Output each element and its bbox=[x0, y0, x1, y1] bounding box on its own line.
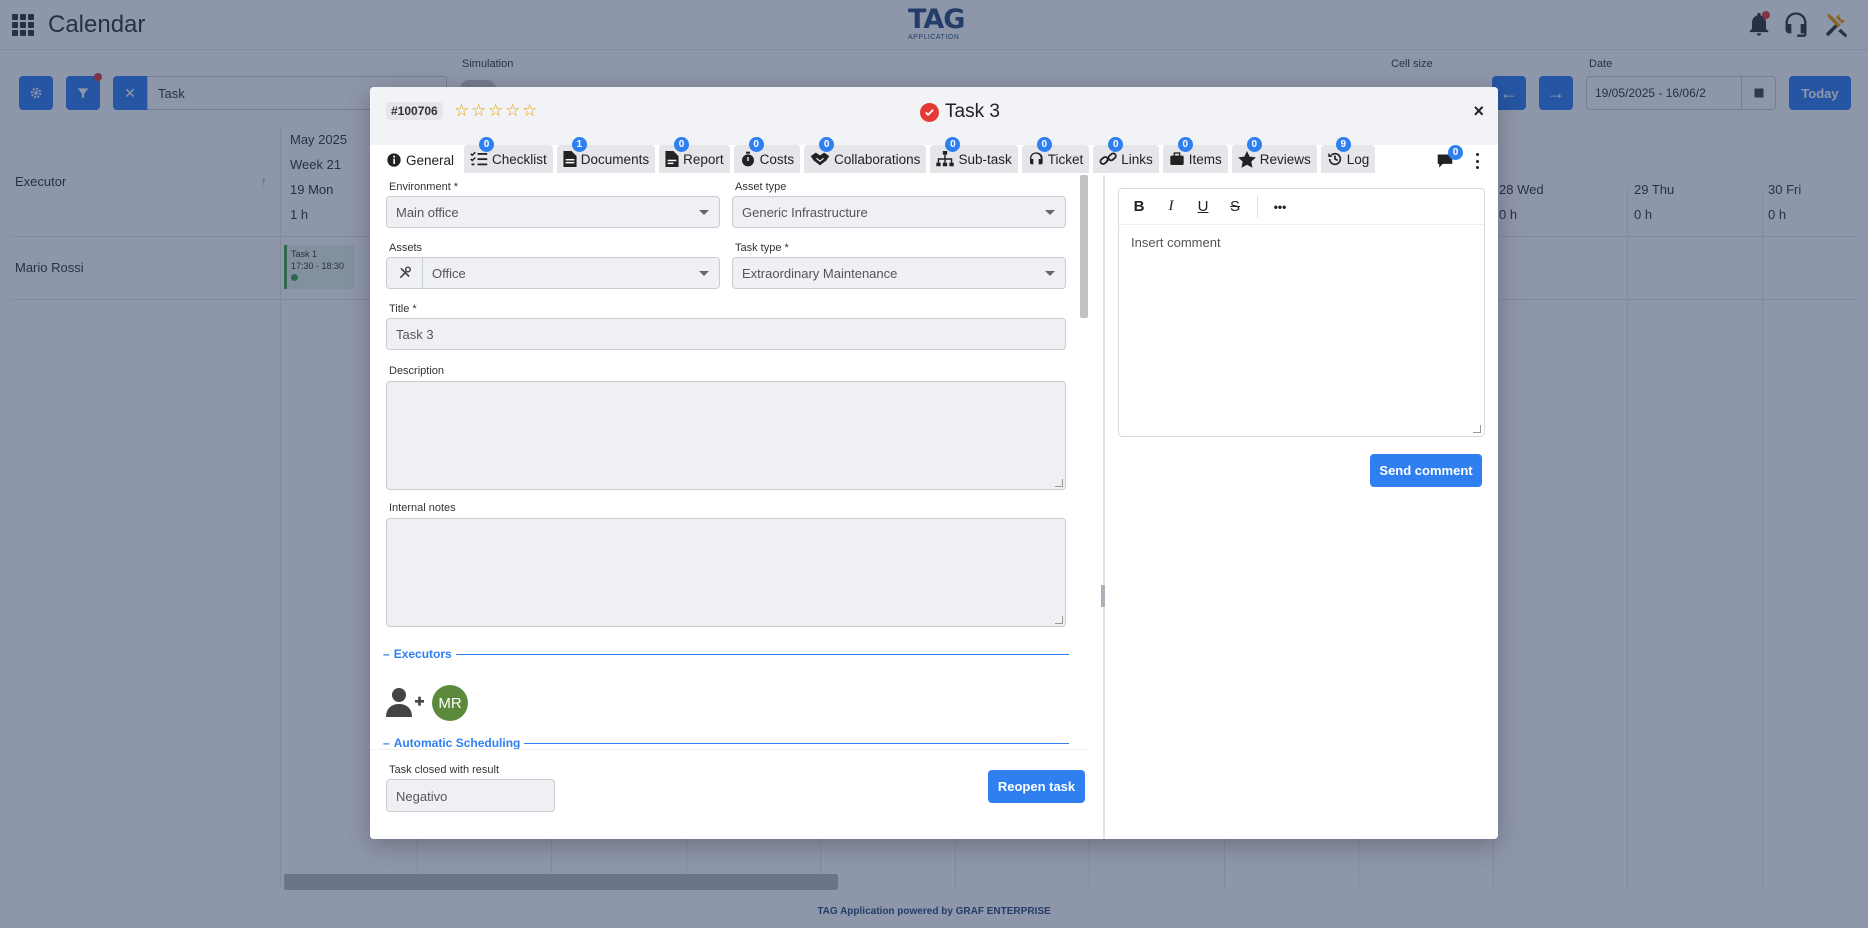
chevron-down-icon bbox=[699, 210, 709, 215]
comment-editor: B I U S ••• Insert comment bbox=[1118, 188, 1485, 437]
title-input[interactable]: Task 3 bbox=[386, 318, 1066, 350]
asset-type-select[interactable]: Generic Infrastructure bbox=[732, 196, 1066, 228]
more-tools-button[interactable]: ••• bbox=[1270, 200, 1290, 214]
tab-report[interactable]: 0 Report bbox=[659, 137, 730, 173]
tab-items[interactable]: 0 Items bbox=[1162, 137, 1228, 173]
history-icon bbox=[1328, 152, 1341, 166]
tab-general[interactable]: General bbox=[380, 145, 461, 175]
reopen-task-button[interactable]: Reopen task bbox=[988, 770, 1085, 803]
bold-button[interactable]: B bbox=[1129, 198, 1149, 215]
checklist-icon bbox=[470, 151, 488, 166]
panel-divider[interactable] bbox=[1101, 175, 1105, 839]
modal-title: Task 3 bbox=[920, 101, 1000, 123]
star-icon[interactable]: ☆ bbox=[505, 101, 522, 121]
star-icon[interactable]: ☆ bbox=[471, 101, 488, 121]
assets-select[interactable]: Office bbox=[386, 257, 720, 289]
toolbar-divider bbox=[1257, 195, 1258, 218]
underline-button[interactable]: U bbox=[1193, 198, 1213, 215]
task-type-select[interactable]: Extraordinary Maintenance bbox=[732, 257, 1066, 289]
chevron-down-icon bbox=[1045, 271, 1055, 276]
tab-reviews[interactable]: 0 Reviews bbox=[1231, 137, 1317, 173]
tab-documents[interactable]: 1 Documents bbox=[556, 137, 656, 173]
close-modal-button[interactable]: × bbox=[1473, 101, 1484, 122]
info-icon bbox=[387, 153, 401, 167]
add-executor-button[interactable] bbox=[386, 687, 424, 720]
environment-select[interactable]: Main office bbox=[386, 196, 720, 228]
title-label: Title * bbox=[389, 303, 417, 315]
task-type-label: Task type * bbox=[735, 242, 789, 254]
executors-section[interactable]: – Executors bbox=[383, 647, 1069, 661]
tab-ticket[interactable]: 0 Ticket bbox=[1021, 137, 1090, 173]
resize-grip-icon[interactable] bbox=[1473, 425, 1481, 433]
headset-icon bbox=[1029, 152, 1043, 165]
task-modal: #100706 ☆ ☆ ☆ ☆ ☆ Task 3 × General 0 Checkli… bbox=[370, 87, 1498, 839]
rating-stars[interactable]: ☆ ☆ ☆ ☆ ☆ bbox=[454, 101, 539, 121]
more-options-icon[interactable] bbox=[1474, 153, 1480, 169]
form-footer: Task closed with result Negativo Reopen … bbox=[370, 749, 1088, 839]
tab-sub-task[interactable]: 0 Sub-task bbox=[930, 137, 1018, 173]
tab-costs[interactable]: 0 Costs bbox=[733, 137, 801, 173]
add-user-icon bbox=[386, 688, 424, 717]
tab-collaborations[interactable]: 0 Collaborations bbox=[804, 137, 927, 173]
form-scrollbar[interactable] bbox=[1080, 175, 1088, 318]
tab-links[interactable]: 0 Links bbox=[1093, 137, 1159, 173]
general-form: Environment * Main office Asset type Gen… bbox=[370, 175, 1088, 749]
internal-notes-label: Internal notes bbox=[389, 502, 456, 514]
modal-header: #100706 ☆ ☆ ☆ ☆ ☆ Task 3 × General 0 Checkli… bbox=[370, 87, 1498, 175]
tab-log[interactable]: 9 Log bbox=[1320, 137, 1376, 173]
stopwatch-icon bbox=[741, 151, 754, 167]
asset-type-label: Asset type bbox=[735, 181, 787, 193]
task-id-badge: #100706 bbox=[386, 102, 443, 120]
star-icon[interactable]: ☆ bbox=[522, 101, 539, 121]
italic-button[interactable]: I bbox=[1161, 198, 1181, 215]
star-icon[interactable]: ☆ bbox=[488, 101, 505, 121]
briefcase-icon bbox=[1170, 152, 1184, 165]
tab-checklist[interactable]: 0 Checklist bbox=[464, 137, 553, 173]
resize-grip-icon[interactable] bbox=[1055, 616, 1063, 624]
tab-bar: General 0 Checklist 1 Documents 0 Report… bbox=[380, 137, 1379, 175]
strikethrough-button[interactable]: S bbox=[1225, 198, 1245, 215]
editor-toolbar: B I U S ••• bbox=[1119, 189, 1484, 225]
internal-notes-textarea[interactable] bbox=[386, 518, 1066, 627]
handshake-icon bbox=[810, 152, 830, 166]
resize-grip-icon[interactable] bbox=[1055, 479, 1063, 487]
avatar[interactable]: MR bbox=[432, 685, 468, 721]
sitemap-icon bbox=[936, 151, 955, 167]
comment-input[interactable]: Insert comment bbox=[1119, 225, 1484, 260]
star-icon bbox=[1237, 150, 1256, 168]
closed-result-label: Task closed with result bbox=[389, 764, 500, 776]
chevron-down-icon bbox=[1045, 210, 1055, 215]
send-comment-button[interactable]: Send comment bbox=[1370, 454, 1482, 487]
comments-toggle[interactable]: 0 bbox=[1436, 145, 1463, 172]
description-label: Description bbox=[389, 365, 445, 377]
closed-result-field: Negativo bbox=[386, 779, 555, 812]
report-icon bbox=[665, 151, 679, 167]
description-textarea[interactable] bbox=[386, 381, 1066, 490]
task-title: Task 3 bbox=[945, 101, 1000, 122]
closed-status-icon bbox=[920, 102, 939, 122]
environment-label: Environment * bbox=[389, 181, 459, 193]
chevron-down-icon bbox=[699, 271, 709, 276]
tools-icon bbox=[387, 258, 423, 288]
resize-handle[interactable] bbox=[1101, 585, 1105, 607]
assets-label: Assets bbox=[389, 242, 423, 254]
star-icon[interactable]: ☆ bbox=[454, 101, 471, 121]
automatic-scheduling-section[interactable]: – Automatic Scheduling bbox=[383, 736, 1069, 749]
link-icon bbox=[1099, 152, 1117, 165]
document-icon bbox=[563, 151, 577, 167]
